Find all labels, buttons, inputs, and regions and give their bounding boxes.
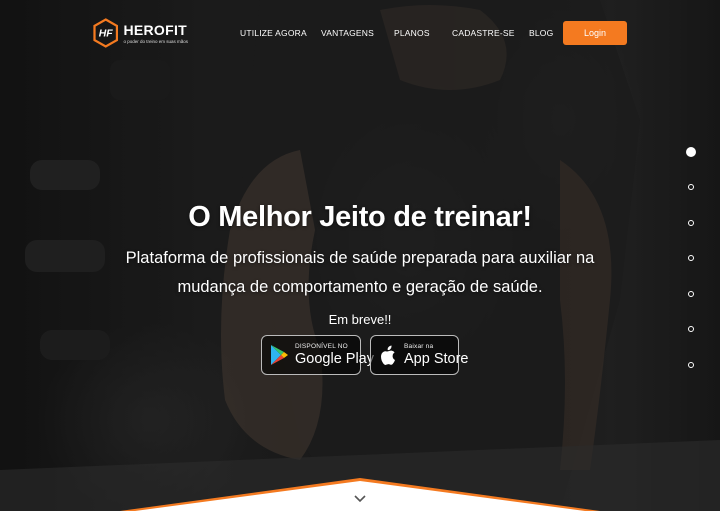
apple-icon [381, 345, 395, 365]
logo-hexagon-icon: HF [93, 18, 119, 48]
coming-soon-label: Em breve!! [328, 312, 392, 327]
slide-dot-4[interactable] [688, 255, 694, 261]
nav-blog[interactable]: BLOG [529, 28, 553, 38]
slide-dot-2[interactable] [688, 184, 694, 190]
chevron-down-icon[interactable] [353, 493, 367, 503]
brand-logo[interactable]: HF HEROFIT o poder do treino em suas mão… [93, 8, 188, 58]
google-play-big-text: Google Play [295, 351, 374, 367]
slide-dot-5[interactable] [688, 291, 694, 297]
nav-vantagens[interactable]: VANTAGENS [321, 28, 374, 38]
app-store-big-text: App Store [404, 351, 469, 367]
brand-tagline: o poder do treino em suas mãos [123, 39, 188, 44]
slide-dot-7[interactable] [688, 362, 694, 368]
nav-planos[interactable]: PLANOS [394, 28, 430, 38]
slide-dot-6[interactable] [688, 326, 694, 332]
login-button[interactable]: Login [563, 21, 627, 45]
slide-dot-3[interactable] [688, 220, 694, 226]
nav-utilize-agora[interactable]: UTILIZE AGORA [240, 28, 307, 38]
app-store-button[interactable]: Baixar na App Store [370, 335, 469, 375]
nav-cadastre-se[interactable]: CADASTRE-SE [452, 28, 515, 38]
app-store-small-text: Baixar na [404, 342, 434, 350]
brand-name: HEROFIT [123, 22, 187, 38]
hero-subtitle: Plataforma de profissionais de saúde pre… [125, 249, 595, 296]
hero-headline: O Melhor Jeito de treinar! [188, 201, 532, 233]
slide-dot-1[interactable] [686, 147, 696, 157]
logo-monogram: HF [99, 29, 114, 40]
google-play-small-text: DISPONÍVEL NO [295, 342, 348, 350]
google-play-button[interactable]: DISPONÍVEL NO Google Play [261, 335, 374, 375]
google-play-icon [271, 345, 288, 365]
